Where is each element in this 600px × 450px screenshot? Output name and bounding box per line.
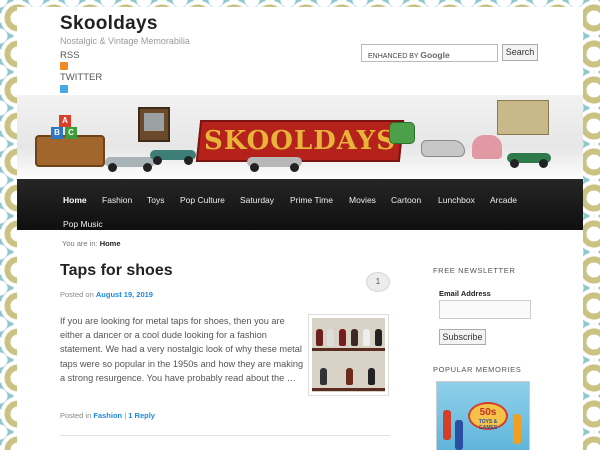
toy-figure: [443, 410, 451, 440]
shoe: [363, 329, 370, 346]
block-b: B: [51, 127, 63, 139]
shoe: [351, 329, 358, 346]
post-thumbnail[interactable]: [308, 314, 389, 396]
toy-phone-image: [472, 135, 502, 159]
banner-logo: SKOOLDAYS: [195, 120, 405, 162]
block-a: A: [59, 115, 71, 127]
search-input[interactable]: ENHANCED BY Google: [361, 44, 498, 62]
tap-shoes-image: [312, 318, 385, 392]
twitter-link[interactable]: TWITTER: [60, 72, 102, 83]
toy-car-image: [105, 157, 155, 172]
nav-item-prime-time[interactable]: Prime Time: [290, 195, 333, 205]
search-button[interactable]: Search: [502, 44, 538, 61]
suitcase-image: [35, 135, 105, 167]
toy-box-image: [497, 100, 549, 135]
post-excerpt: If you are looking for metal taps for sh…: [60, 316, 304, 383]
nav-item-pop-music[interactable]: Pop Music: [63, 219, 103, 229]
shelf: [312, 388, 385, 391]
site-description: Nostalgic & Vintage Memorabilia: [60, 36, 190, 46]
shoe: [339, 329, 346, 346]
nav-item-toys[interactable]: Toys: [147, 195, 164, 205]
page: Skooldays Nostalgic & Vintage Memorabili…: [17, 7, 583, 450]
toy-figure: [455, 420, 463, 450]
shoe: [320, 368, 327, 385]
shoe: [316, 329, 323, 346]
breadcrumb-prefix: You are in:: [62, 239, 98, 248]
post-date-link[interactable]: August 19, 2019: [96, 290, 153, 299]
nav-item-home[interactable]: Home: [63, 195, 87, 205]
shoe: [375, 329, 382, 346]
badge-subtext: TOYS & GAMES: [478, 419, 498, 431]
nav-item-saturday[interactable]: Saturday: [240, 195, 274, 205]
badge-text: 50s: [479, 407, 497, 418]
header-banner[interactable]: A B C SKOOLDAYS: [17, 95, 583, 181]
google-logo: Google: [420, 50, 450, 60]
popular-memories-image[interactable]: 50s TOYS & GAMES: [436, 381, 530, 450]
banner-logo-text: SKOOLDAYS: [203, 126, 396, 156]
main-nav: Home Fashion Toys Pop Culture Saturday P…: [17, 179, 583, 230]
category-link-fashion[interactable]: Fashion: [93, 411, 122, 420]
memories-widget-title: POPULAR MEMORIES: [433, 365, 522, 374]
search-enhanced-by: ENHANCED BY: [368, 53, 419, 60]
site-header: Skooldays Nostalgic & Vintage Memorabili…: [17, 7, 583, 95]
toy-car-image: [150, 150, 196, 165]
shoe: [346, 368, 353, 385]
site-title[interactable]: Skooldays: [60, 13, 158, 35]
nav-item-cartoon[interactable]: Cartoon: [391, 195, 421, 205]
breadcrumb-current[interactable]: Home: [100, 239, 121, 248]
nav-item-lunchbox[interactable]: Lunchbox: [438, 195, 475, 205]
toy-figure: [513, 414, 521, 444]
shoe: [327, 329, 334, 346]
rocket-car-image: [421, 140, 465, 157]
rss-link[interactable]: RSS: [60, 50, 80, 61]
nav-item-arcade[interactable]: Arcade: [490, 195, 517, 205]
lunchbox-image: [389, 122, 415, 144]
nav-item-pop-culture[interactable]: Pop Culture: [180, 195, 225, 205]
posted-in-label: Posted in: [60, 411, 92, 420]
email-label: Email Address: [439, 289, 491, 298]
comment-count-badge[interactable]: 1: [366, 272, 390, 292]
posted-on-label: Posted on: [60, 290, 94, 299]
subscribe-button[interactable]: Subscribe: [439, 329, 486, 345]
nav-item-fashion[interactable]: Fashion: [102, 195, 132, 205]
reply-link[interactable]: 1 Reply: [128, 411, 155, 420]
toy-car-image: [247, 157, 302, 172]
toy-car-image: [507, 153, 551, 168]
post-meta: Posted on August 19, 2019: [60, 290, 153, 299]
nav-item-movies[interactable]: Movies: [349, 195, 376, 205]
fifties-toys-badge: 50s TOYS & GAMES: [468, 402, 508, 431]
twitter-icon[interactable]: [60, 85, 68, 93]
newsletter-widget-title: FREE NEWSLETTER: [433, 266, 516, 275]
post-divider: [60, 435, 390, 436]
block-c: C: [65, 127, 77, 139]
post-title[interactable]: Taps for shoes: [60, 262, 173, 280]
shelf: [312, 348, 385, 351]
rss-icon[interactable]: [60, 62, 68, 70]
footer-separator: |: [124, 411, 127, 420]
shoe: [368, 368, 375, 385]
tv-image: [138, 107, 170, 142]
breadcrumb: You are in: Home: [62, 239, 121, 248]
email-field[interactable]: [439, 300, 531, 319]
post-footer: Posted in Fashion | 1 Reply: [60, 411, 155, 420]
